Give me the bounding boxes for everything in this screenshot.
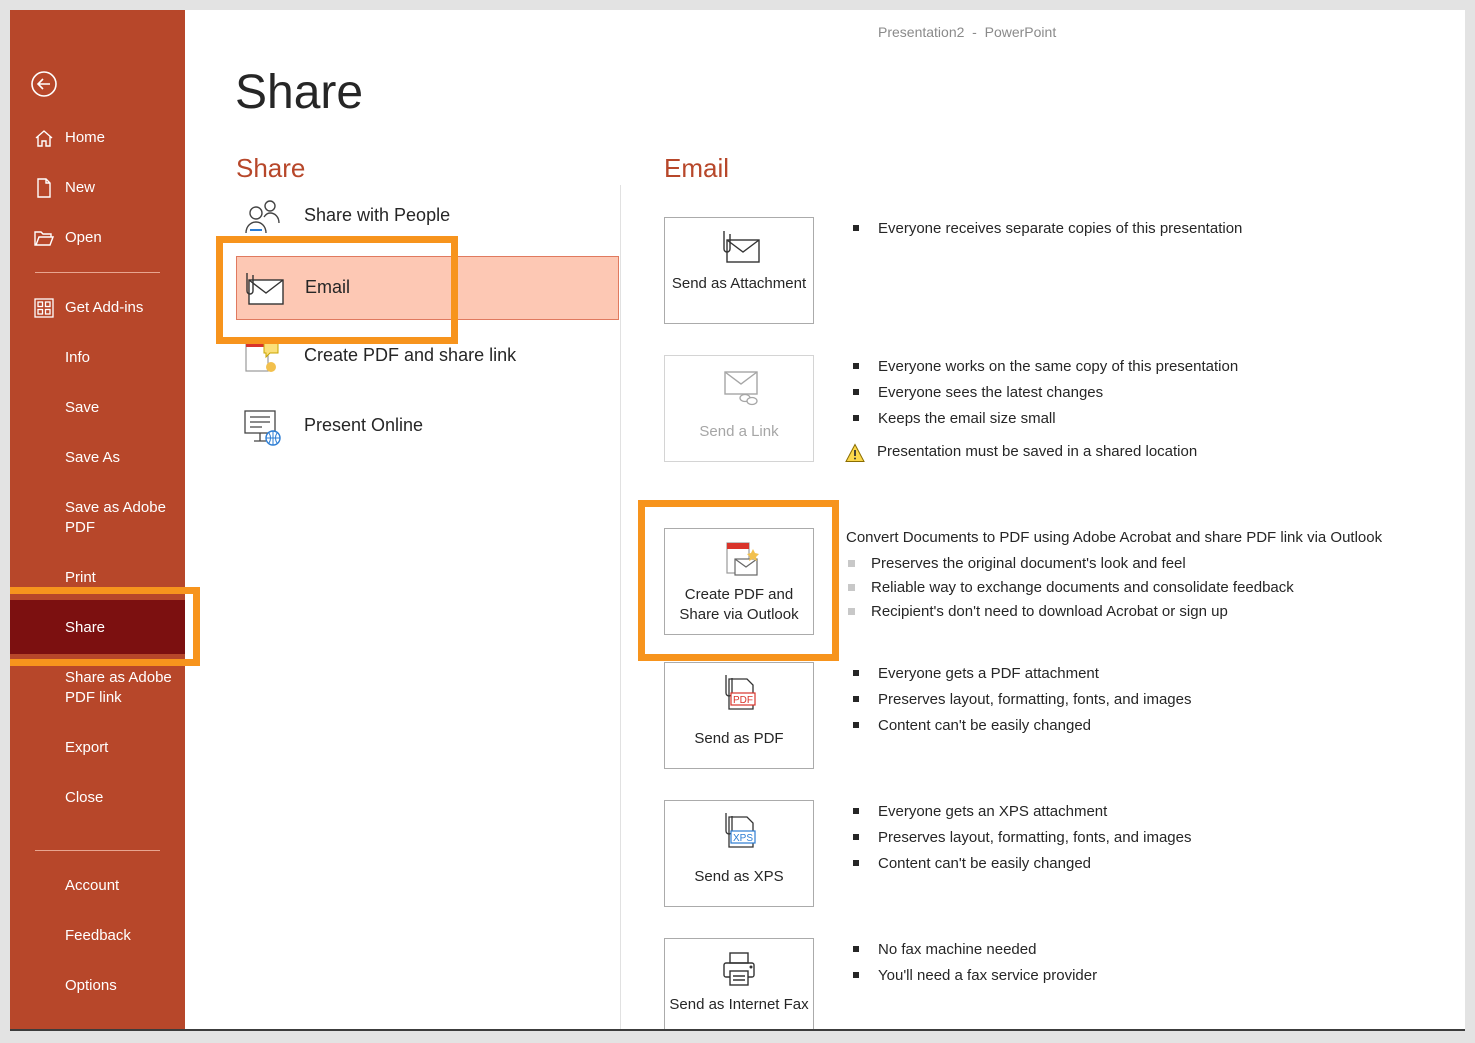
back-arrow-icon[interactable] <box>30 70 58 98</box>
option-label: Share with People <box>304 205 451 225</box>
list-item: Content can't be easily changed <box>846 716 1191 742</box>
nav-divider <box>35 850 160 851</box>
nav-share[interactable]: Share <box>10 600 185 654</box>
share-section-heading: Share <box>236 153 306 183</box>
nav-label: Home <box>65 129 106 146</box>
present-online-option[interactable]: Present Online <box>236 395 619 459</box>
button-label: Send as Attachment <box>671 275 807 292</box>
option-label: Create PDF and share link <box>304 345 517 365</box>
attachment-bullets: Everyone receives separate copies of thi… <box>846 219 1242 245</box>
xps-bullets: Everyone gets an XPS attachment Preserve… <box>846 802 1191 880</box>
list-item: Everyone gets an XPS attachment <box>846 802 1191 828</box>
xps-attachment-icon: XPS <box>715 811 765 851</box>
nav-divider <box>35 272 160 273</box>
nav-label: Close <box>65 789 104 806</box>
list-item: Preserves layout, formatting, fonts, and… <box>846 828 1191 854</box>
nav-share-as-adobe-pdf-link[interactable]: Share as Adobe PDF link <box>10 668 185 708</box>
list-item: You'll need a fax service provider <box>846 966 1097 992</box>
nav-label: Share as Adobe PDF link <box>65 669 172 706</box>
backstage-sidebar: Home New Open Get Add-ins Info Save Save… <box>10 10 185 1030</box>
button-label: Send as PDF <box>694 730 784 747</box>
email-attachment-icon <box>241 269 285 309</box>
nav-save-as-adobe-pdf[interactable]: Save as Adobe PDF <box>10 498 185 538</box>
link-bullets: Everyone works on the same copy of this … <box>846 357 1238 435</box>
send-as-xps-button[interactable]: XPS Send as XPS <box>664 800 814 907</box>
list-item: Preserves the original document's look a… <box>846 554 1294 578</box>
window-title: Presentation2 - PowerPoint <box>878 24 1057 40</box>
fax-bullets: No fax machine needed You'll need a fax … <box>846 940 1097 992</box>
send-a-link-button[interactable]: Send a Link <box>664 355 814 462</box>
warning-text: Presentation must be saved in a shared l… <box>877 443 1198 460</box>
folder-open-icon <box>34 228 55 248</box>
nav-label: Export <box>65 739 109 756</box>
email-section-heading: Email <box>664 153 730 183</box>
list-item: Everyone works on the same copy of this … <box>846 357 1238 383</box>
window-bottom-edge <box>10 1029 1465 1031</box>
pdf-share-icon <box>240 337 284 377</box>
nav-label: Options <box>65 977 117 994</box>
email-link-icon <box>715 366 765 406</box>
pdf-outlook-icon <box>715 539 765 579</box>
nav-label: Get Add-ins <box>65 299 144 316</box>
nav-label: Open <box>65 229 102 246</box>
pdf-outlook-description: Convert Documents to PDF using Adobe Acr… <box>846 529 1383 546</box>
list-item: Content can't be easily changed <box>846 854 1191 880</box>
list-item: Reliable way to exchange documents and c… <box>846 578 1294 602</box>
nav-label: Info <box>65 349 91 366</box>
email-attachment-icon <box>715 228 765 268</box>
option-label: Email <box>305 277 351 297</box>
home-icon <box>34 128 54 148</box>
create-pdf-share-via-outlook-button[interactable]: Create PDF and Share via Outlook <box>664 528 814 635</box>
nav-label: Save as Adobe PDF <box>65 499 166 536</box>
list-item: Everyone receives separate copies of thi… <box>846 219 1242 245</box>
section-divider <box>620 185 621 1030</box>
list-item: No fax machine needed <box>846 940 1097 966</box>
list-item: Keeps the email size small <box>846 409 1238 435</box>
send-as-attachment-button[interactable]: Send as Attachment <box>664 217 814 324</box>
list-item: Everyone sees the latest changes <box>846 383 1238 409</box>
list-item: Everyone gets a PDF attachment <box>846 664 1191 690</box>
button-label: Send as Internet Fax <box>669 996 809 1013</box>
new-document-icon <box>34 178 54 198</box>
button-label: Send a Link <box>699 423 779 440</box>
pdf-icon-text: PDF <box>733 695 753 706</box>
nav-label: Save <box>65 399 100 416</box>
nav-label: New <box>65 179 96 196</box>
nav-label: Print <box>65 569 96 586</box>
pdf-attachment-icon: PDF <box>715 673 765 713</box>
people-icon <box>240 197 284 237</box>
list-item: Recipient's don't need to download Acrob… <box>846 602 1294 626</box>
present-online-icon <box>240 407 284 447</box>
nav-label: Share <box>65 619 106 636</box>
create-pdf-share-link-option[interactable]: Create PDF and share link <box>236 325 619 389</box>
nav-label: Feedback <box>65 927 131 944</box>
page-title: Share <box>235 66 364 119</box>
warning-icon <box>845 443 865 463</box>
pdf-outlook-bullets: Preserves the original document's look a… <box>846 554 1294 626</box>
email-option[interactable]: Email <box>236 256 619 320</box>
xps-icon-text: XPS <box>733 833 753 844</box>
fax-icon <box>715 949 765 989</box>
share-with-people-option[interactable]: Share with People <box>236 185 619 249</box>
nav-label: Save As <box>65 449 121 466</box>
button-label: Send as XPS <box>694 868 784 885</box>
pdf-bullets: Everyone gets a PDF attachment Preserves… <box>846 664 1191 742</box>
button-label: Create PDF and Share via Outlook <box>679 586 799 623</box>
send-as-pdf-button[interactable]: PDF Send as PDF <box>664 662 814 769</box>
list-item: Preserves layout, formatting, fonts, and… <box>846 690 1191 716</box>
option-label: Present Online <box>304 415 424 435</box>
grid-icon <box>34 298 54 318</box>
nav-label: Account <box>65 877 120 894</box>
send-as-internet-fax-button[interactable]: Send as Internet Fax <box>664 938 814 1030</box>
backstage-view: Home New Open Get Add-ins Info Save Save… <box>10 10 1465 1030</box>
